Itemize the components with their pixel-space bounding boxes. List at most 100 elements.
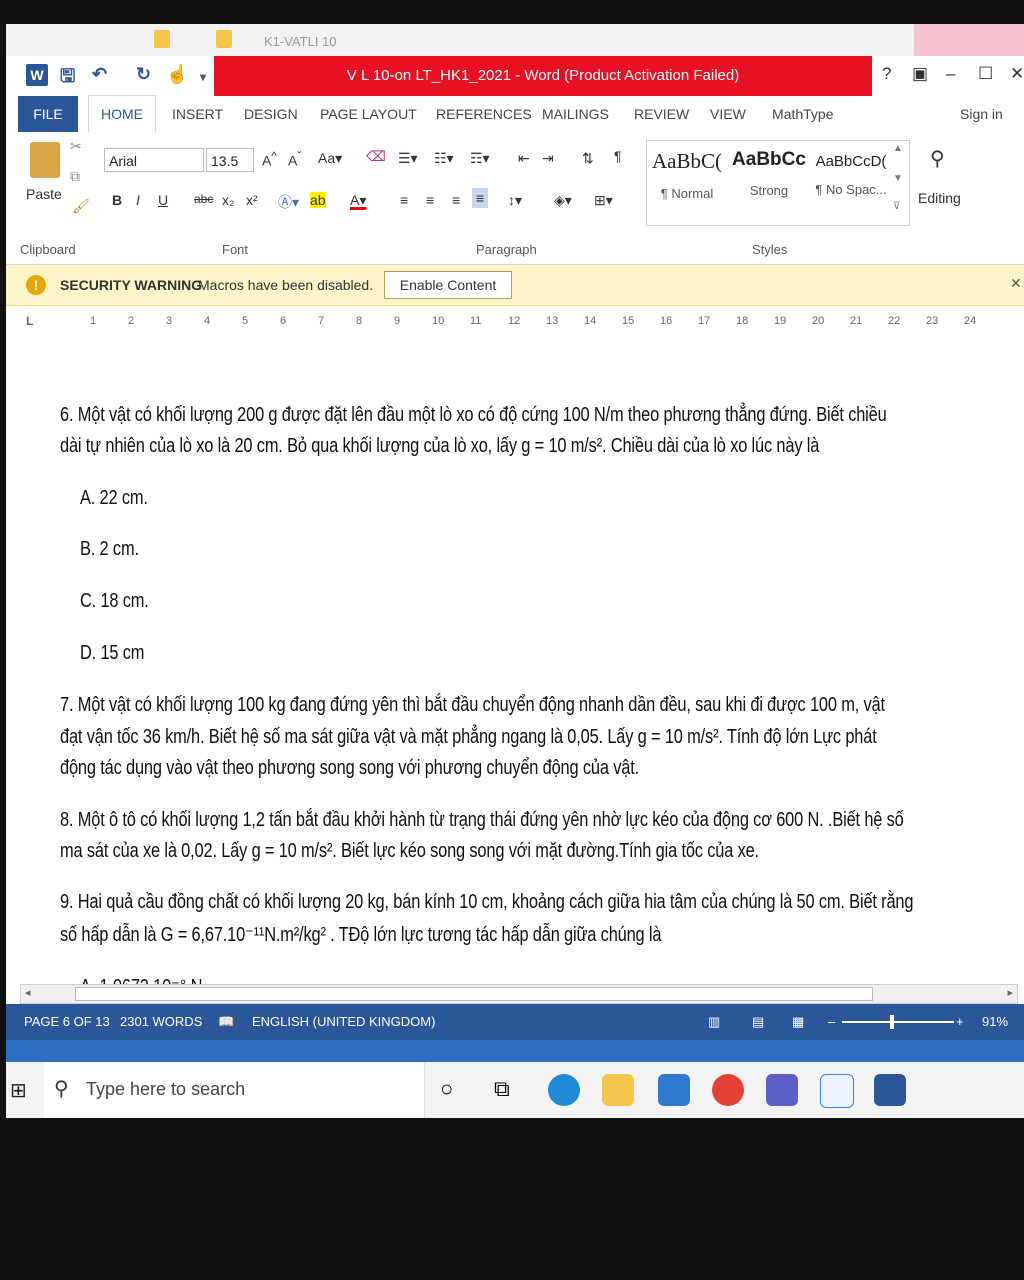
status-bar: PAGE 6 OF 13 2301 WORDS 📖 ENGLISH (UNITE… xyxy=(6,1004,1024,1040)
align-left-icon[interactable]: ≡ xyxy=(400,192,408,208)
text-effects-icon[interactable]: Ⓐ▾ xyxy=(278,192,299,212)
style-no-spacing[interactable]: AaBbCcD( ¶ No Spac... xyxy=(811,149,891,197)
grow-font-icon[interactable]: A^ xyxy=(262,150,277,169)
zoom-slider[interactable] xyxy=(842,1021,954,1023)
ruler-number: 11 xyxy=(470,315,482,327)
sign-in-link[interactable]: Sign in xyxy=(960,96,1003,132)
ruler-number: 14 xyxy=(584,315,597,327)
tab-mathtype[interactable]: MathType xyxy=(772,96,833,132)
styles-scroll-up-icon[interactable]: ▲ xyxy=(893,143,903,154)
page-indicator[interactable]: PAGE 6 OF 13 xyxy=(24,1014,110,1029)
line-spacing-icon[interactable]: ↕▾ xyxy=(508,192,522,209)
web-layout-icon[interactable]: ▦ xyxy=(792,1014,804,1030)
font-size-combo[interactable]: 13.5 xyxy=(206,148,254,172)
styles-gallery: AaBbC( ¶ Normal AaBbCc Strong AaBbCcD( ¶… xyxy=(646,140,910,226)
print-layout-icon[interactable]: ▤ xyxy=(752,1014,764,1030)
tab-review[interactable]: REVIEW xyxy=(634,96,689,132)
tab-page-layout[interactable]: PAGE LAYOUT xyxy=(320,96,417,132)
windows-start-icon[interactable]: ⊞ xyxy=(10,1078,27,1103)
document-page[interactable]: 6. Một vật có khối lượng 200 g được đặt … xyxy=(46,336,1024,986)
copy-icon[interactable]: ⧉ xyxy=(70,168,80,185)
save-icon[interactable]: 🖫 xyxy=(60,64,75,94)
bold-button[interactable]: B xyxy=(112,192,122,208)
tab-mailings[interactable]: MAILINGS xyxy=(542,96,609,132)
tab-file[interactable]: FILE xyxy=(18,96,78,132)
minimize-button[interactable]: – xyxy=(946,64,955,84)
show-formatting-icon[interactable]: ¶ xyxy=(614,148,622,164)
change-case-icon[interactable]: Aa▾ xyxy=(318,150,342,167)
tab-references[interactable]: REFERENCES xyxy=(436,96,532,132)
undo-icon[interactable]: ↶ xyxy=(92,64,107,85)
strikethrough-icon[interactable]: abc xyxy=(194,192,213,206)
edge-icon[interactable] xyxy=(548,1074,580,1106)
cortana-icon[interactable]: ○ xyxy=(440,1076,453,1102)
align-center-icon[interactable]: ≡ xyxy=(426,192,434,208)
language-indicator[interactable]: ENGLISH (UNITED KINGDOM) xyxy=(252,1014,435,1029)
clear-formatting-icon[interactable]: ⌫ xyxy=(366,148,386,165)
chrome-icon[interactable] xyxy=(712,1074,744,1106)
styles-more-icon[interactable]: ⊽ xyxy=(893,201,900,212)
decrease-indent-icon[interactable]: ⇤ xyxy=(518,150,530,167)
task-view-icon[interactable]: ⧉ xyxy=(494,1076,510,1102)
justify-icon[interactable]: ≡ xyxy=(472,188,489,208)
highlight-color-icon[interactable]: ab xyxy=(310,192,326,208)
zoom-level[interactable]: 91% xyxy=(982,1014,1008,1029)
ruler-number: 23 xyxy=(926,315,939,327)
scroll-right-icon[interactable]: ▸ xyxy=(1007,986,1013,999)
style-strong[interactable]: AaBbCc Strong xyxy=(729,149,809,198)
font-color-icon[interactable]: A▾ xyxy=(350,192,366,209)
font-name-combo[interactable]: Arial xyxy=(104,148,204,172)
numbering-icon[interactable]: ☷▾ xyxy=(434,150,454,167)
editing-button[interactable]: Editing xyxy=(918,190,961,206)
taskbar-search-box[interactable]: ⚲ Type here to search xyxy=(44,1062,425,1118)
styles-scroll-down-icon[interactable]: ▼ xyxy=(893,173,903,184)
word-taskbar-icon[interactable] xyxy=(874,1074,906,1106)
zoom-out-icon[interactable]: – xyxy=(828,1014,835,1029)
horizontal-scrollbar[interactable]: ◂ ▸ xyxy=(20,984,1018,1004)
borders-icon[interactable]: ⊞▾ xyxy=(594,192,613,209)
file-explorer-icon[interactable] xyxy=(602,1074,634,1106)
increase-indent-icon[interactable]: ⇥ xyxy=(542,150,554,167)
zoom-slider-thumb[interactable] xyxy=(890,1015,894,1029)
multilevel-list-icon[interactable]: ☶▾ xyxy=(470,150,490,167)
help-button[interactable]: ? xyxy=(882,64,891,84)
italic-button[interactable]: I xyxy=(136,192,140,208)
cut-icon[interactable]: ✂ xyxy=(70,138,82,155)
align-right-icon[interactable]: ≡ xyxy=(452,192,460,208)
binoculars-icon[interactable]: ⚲ xyxy=(930,146,945,171)
word-count[interactable]: 2301 WORDS xyxy=(120,1014,202,1029)
touch-mode-icon[interactable]: ☝ xyxy=(166,64,188,85)
scrollbar-thumb[interactable] xyxy=(75,987,873,1001)
close-warning-icon[interactable]: ✕ xyxy=(1010,275,1022,292)
tab-selector-icon[interactable]: L xyxy=(26,314,33,328)
teams-icon[interactable] xyxy=(766,1074,798,1106)
underline-button[interactable]: U xyxy=(158,192,168,208)
proofing-icon[interactable]: 📖 xyxy=(218,1014,234,1030)
scroll-left-icon[interactable]: ◂ xyxy=(25,986,31,999)
shading-icon[interactable]: ◈▾ xyxy=(554,192,572,209)
ribbon-display-options-icon[interactable]: ▣ xyxy=(912,64,928,84)
read-mode-icon[interactable]: ▥ xyxy=(708,1014,720,1030)
style-normal[interactable]: AaBbC( ¶ Normal xyxy=(647,149,727,201)
zalo-icon[interactable] xyxy=(820,1074,854,1108)
paste-icon[interactable] xyxy=(30,142,60,178)
tab-design[interactable]: DESIGN xyxy=(244,96,298,132)
bullets-icon[interactable]: ☰▾ xyxy=(398,150,418,167)
sort-icon[interactable]: ⇅ xyxy=(582,150,594,167)
redo-icon[interactable]: ↻ xyxy=(136,64,151,85)
close-button[interactable]: ✕ xyxy=(1010,64,1024,84)
zoom-in-icon[interactable]: + xyxy=(956,1014,964,1029)
mail-icon[interactable] xyxy=(658,1074,690,1106)
tab-insert[interactable]: INSERT xyxy=(172,96,223,132)
enable-content-button[interactable]: Enable Content xyxy=(384,271,512,299)
shrink-font-icon[interactable]: Aˇ xyxy=(288,150,301,169)
subscript-icon[interactable]: x₂ xyxy=(222,192,234,208)
format-painter-icon[interactable]: 🖌 xyxy=(72,198,90,215)
tab-view[interactable]: VIEW xyxy=(710,96,746,132)
vertical-ruler xyxy=(6,336,47,984)
maximize-button[interactable]: ☐ xyxy=(978,64,993,84)
customize-toolbar-icon[interactable]: ▾ xyxy=(200,70,206,84)
paste-button[interactable]: Paste xyxy=(26,186,62,202)
tab-home[interactable]: HOME xyxy=(88,95,156,133)
superscript-icon[interactable]: x² xyxy=(246,192,258,208)
